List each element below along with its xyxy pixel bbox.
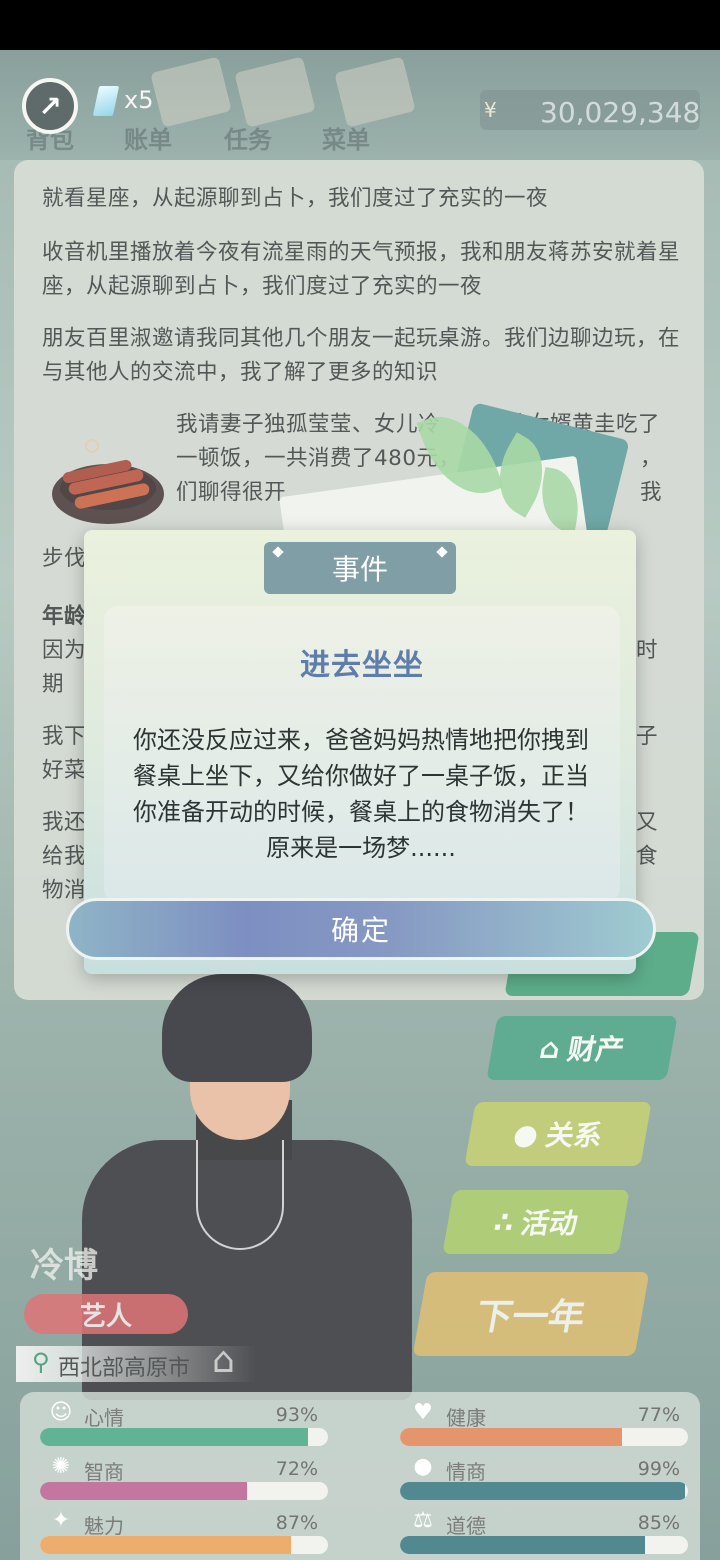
status-bar: [0, 0, 720, 50]
event-description: 你还没反应过来，爸爸妈妈热情地把你拽到餐桌上坐下，又给你做好了一桌子饭，正当你准…: [133, 726, 589, 862]
diamond-icon: [272, 546, 284, 558]
event-dialog-tab: 事件: [264, 542, 456, 594]
confirm-button[interactable]: 确定: [66, 898, 656, 960]
diamond-icon: [436, 546, 448, 558]
event-title: 进去坐坐: [300, 648, 424, 683]
event-dialog-tab-label: 事件: [331, 553, 388, 586]
